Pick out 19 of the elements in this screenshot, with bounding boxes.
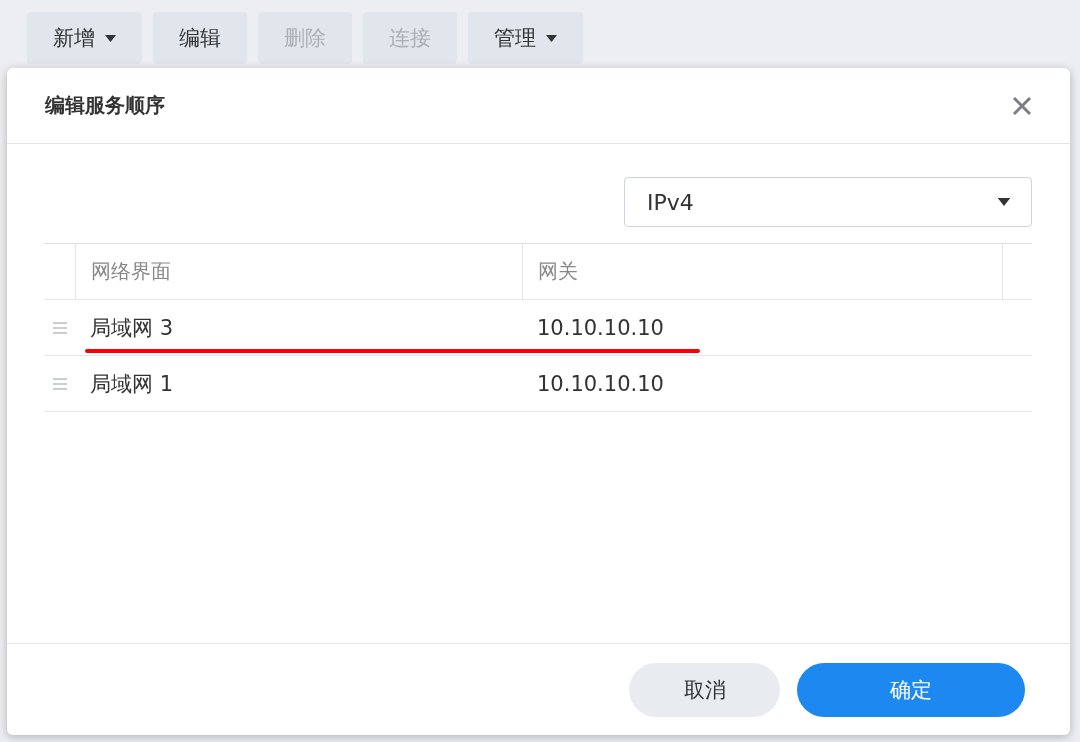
toolbar-button[interactable]: 管理: [468, 12, 583, 64]
toolbar-button[interactable]: 编辑: [153, 12, 247, 64]
column-header: 网关: [522, 244, 1002, 299]
confirm-button[interactable]: 确定: [797, 662, 1025, 717]
column-header: 网络界面: [75, 244, 522, 299]
toolbar-button[interactable]: 新增: [27, 12, 142, 64]
caret-icon: [546, 34, 557, 42]
close-icon[interactable]: [1012, 95, 1032, 116]
dialog-title: 编辑服务顺序: [45, 92, 165, 119]
caret-icon: [997, 198, 1011, 206]
table-cell-text: 局域网 3: [90, 314, 174, 342]
table-cell-text: 局域网 1: [90, 370, 174, 398]
drag-handle-icon[interactable]: [52, 321, 67, 334]
protocol-select[interactable]: IPv4: [624, 177, 1032, 227]
caret-icon: [105, 34, 116, 42]
table-cell: 10.10.10.10: [537, 315, 664, 340]
drag-handle-icon[interactable]: [52, 377, 67, 390]
cancel-button[interactable]: 取消: [629, 662, 780, 717]
table-cell: 10.10.10.10: [537, 371, 664, 396]
